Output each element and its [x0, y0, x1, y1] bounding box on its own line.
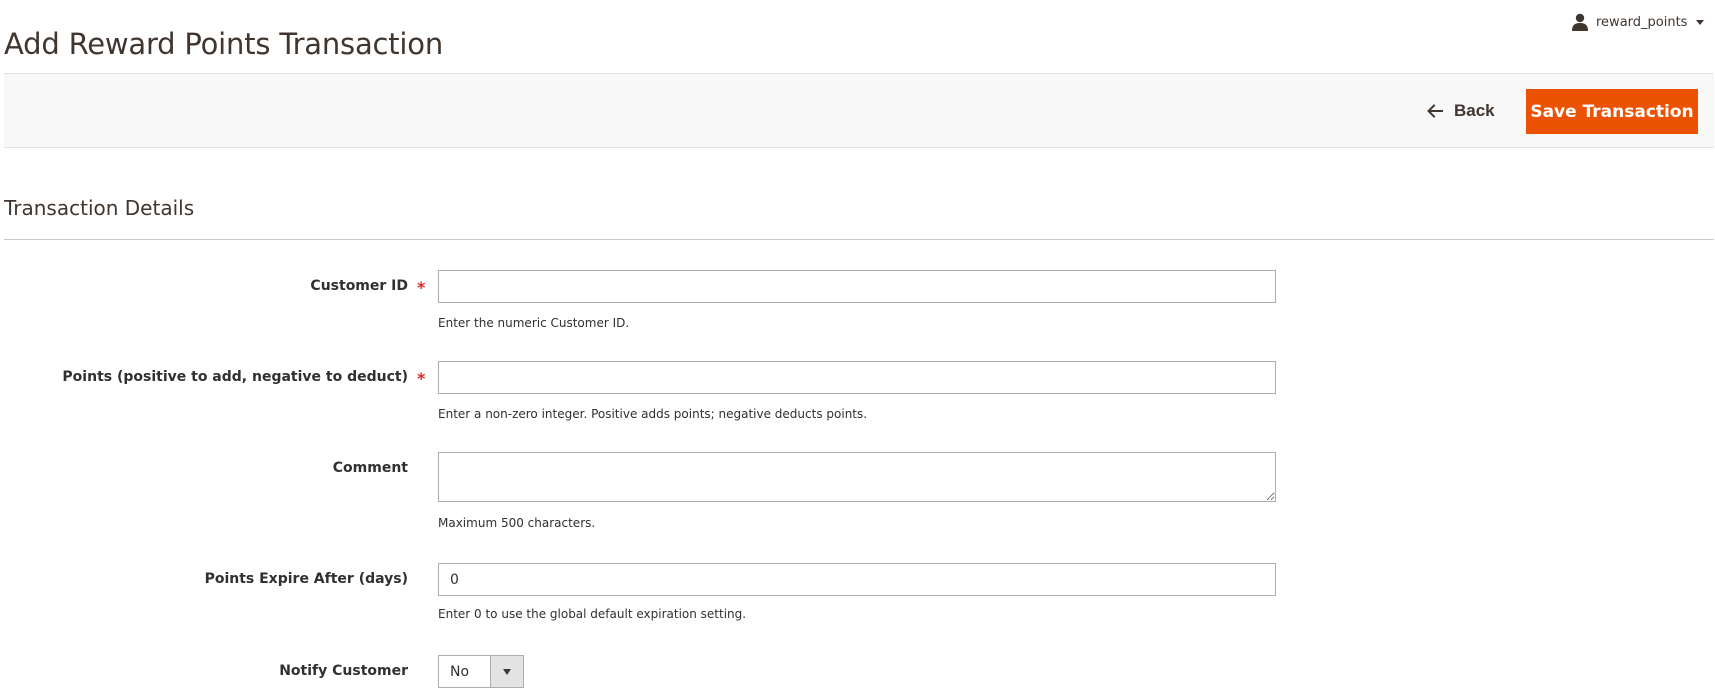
select-toggle[interactable] — [490, 656, 523, 687]
comment-label: Comment — [332, 460, 408, 476]
expire-days-input[interactable] — [438, 563, 1276, 596]
customer-id-input[interactable] — [438, 270, 1276, 303]
page-actions-bar: Back Save Transaction — [4, 73, 1714, 148]
comment-textarea[interactable] — [438, 452, 1276, 502]
back-button-label: Back — [1454, 101, 1495, 120]
customer-id-required-marker: * — [417, 278, 426, 297]
arrow-left-icon — [1426, 103, 1444, 119]
points-required-marker: * — [417, 369, 426, 388]
user-name: reward_points — [1596, 14, 1688, 30]
points-input[interactable] — [438, 361, 1276, 394]
section-title: Transaction Details — [4, 196, 195, 220]
back-button[interactable]: Back — [1426, 91, 1495, 131]
section-divider — [4, 239, 1714, 240]
notify-customer-selected-value: No — [450, 663, 470, 680]
chevron-down-icon — [1696, 19, 1705, 25]
user-account-menu[interactable]: reward_points — [1571, 12, 1705, 32]
user-icon — [1571, 13, 1589, 31]
page-title: Add Reward Points Transaction — [4, 27, 444, 62]
expire-days-label: Points Expire After (days) — [204, 571, 408, 587]
points-label: Points (positive to add, negative to ded… — [62, 369, 408, 385]
notify-customer-select[interactable]: No — [438, 655, 524, 688]
customer-id-label: Customer ID — [310, 278, 408, 294]
comment-note: Maximum 500 characters. — [438, 516, 596, 530]
notify-customer-label: Notify Customer — [279, 663, 408, 679]
chevron-down-icon — [503, 668, 511, 675]
customer-id-note: Enter the numeric Customer ID. — [438, 316, 630, 330]
save-transaction-button[interactable]: Save Transaction — [1526, 89, 1698, 134]
points-note: Enter a non-zero integer. Positive adds … — [438, 407, 868, 421]
expire-days-note: Enter 0 to use the global default expira… — [438, 607, 747, 621]
